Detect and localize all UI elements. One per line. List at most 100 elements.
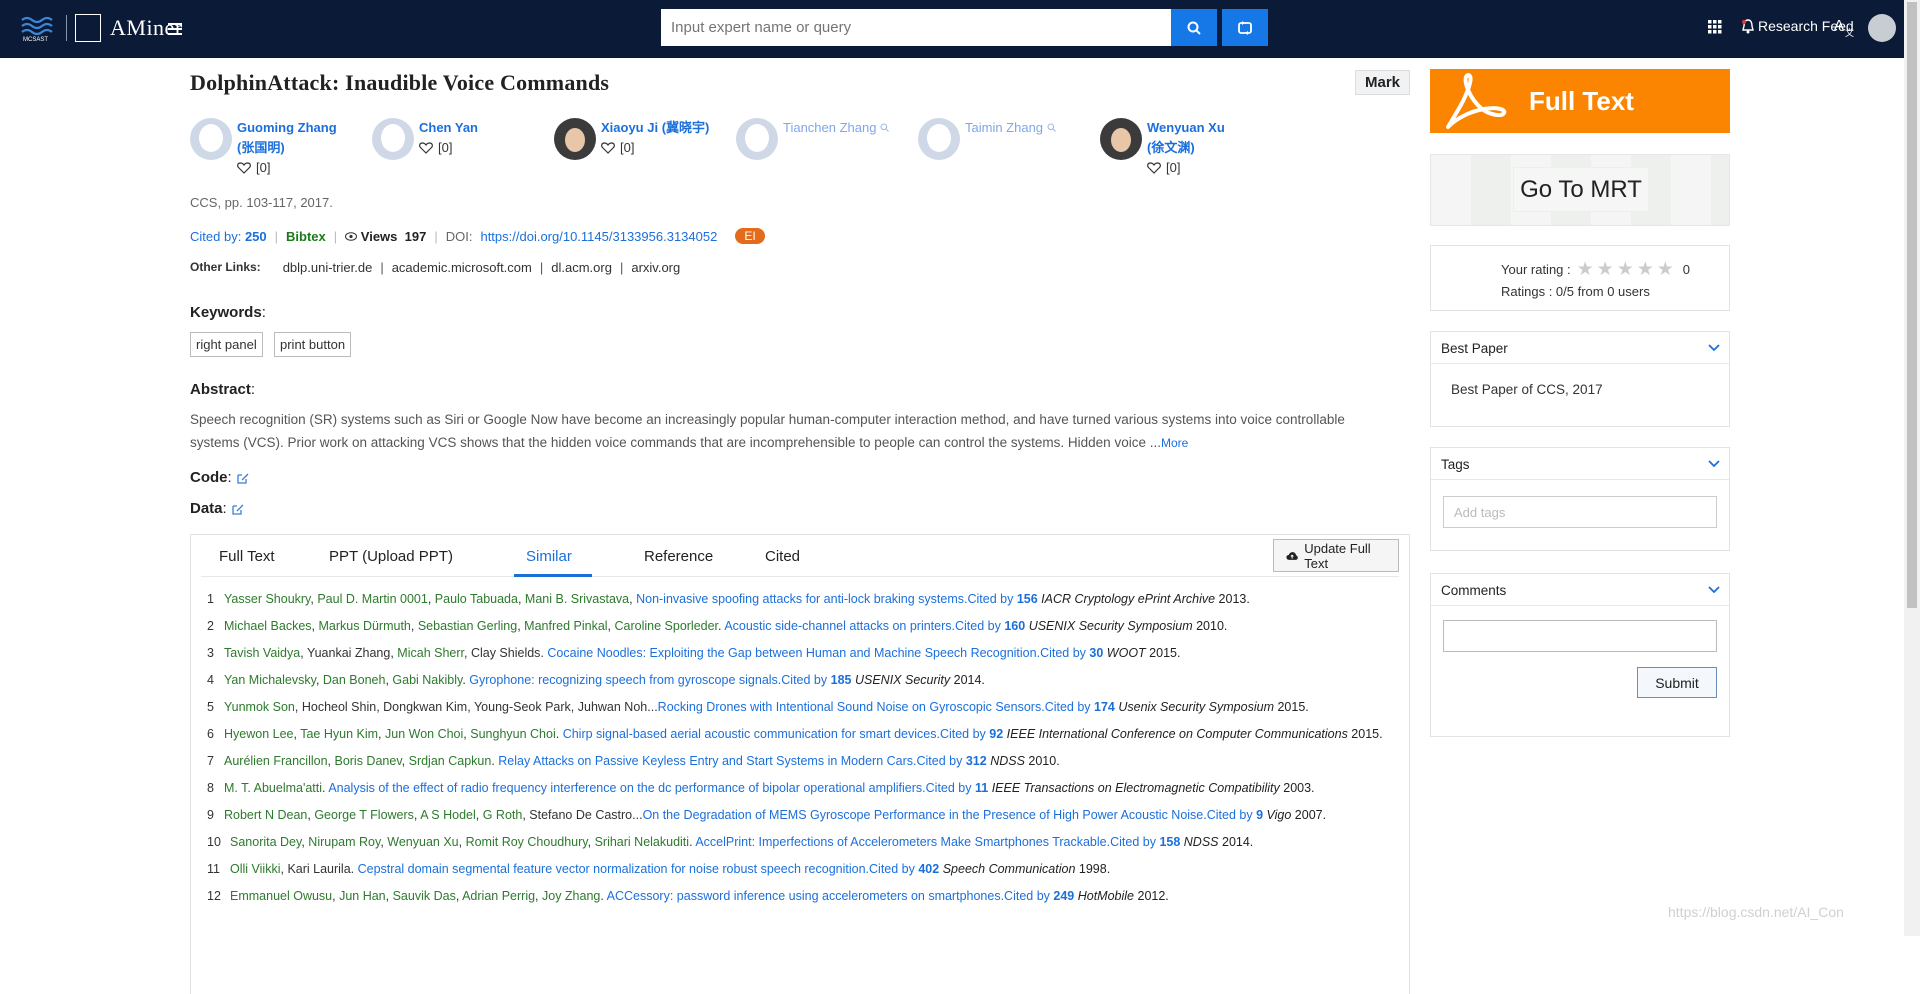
- cited-by-label[interactable]: Cited by: [1207, 808, 1256, 822]
- cited-by-count[interactable]: 156: [1017, 592, 1038, 606]
- update-full-text-button[interactable]: Update Full Text: [1273, 539, 1399, 572]
- edit-icon[interactable]: [231, 503, 244, 516]
- cited-by-count[interactable]: 185: [831, 673, 852, 687]
- cited-by-count[interactable]: 158: [1159, 835, 1180, 849]
- edit-icon[interactable]: [236, 472, 249, 485]
- keyword-tag[interactable]: print button: [274, 332, 352, 357]
- author-link[interactable]: Sauvik Das: [393, 889, 456, 903]
- author-link[interactable]: Yasser Shoukry: [224, 592, 310, 606]
- author-name[interactable]: Guoming Zhang (张国明): [237, 118, 347, 158]
- submit-comment-button[interactable]: Submit: [1637, 667, 1717, 698]
- author-link[interactable]: Olli Viikki: [230, 862, 280, 876]
- paper-title-link[interactable]: Cepstral domain segmental feature vector…: [358, 862, 869, 876]
- refresh-search-button[interactable]: [1222, 9, 1268, 46]
- author-link[interactable]: G Roth: [483, 808, 523, 822]
- cited-by-label[interactable]: Cited by: [940, 727, 989, 741]
- tab-full-text[interactable]: Full Text: [219, 548, 275, 565]
- cited-by-label[interactable]: Cited by: [1004, 889, 1053, 903]
- author-link[interactable]: Paulo Tabuada: [435, 592, 518, 606]
- paper-title-link[interactable]: ACCessory: password inference using acce…: [607, 889, 1004, 903]
- paper-title-link[interactable]: AccelPrint: Imperfections of Acceleromet…: [695, 835, 1110, 849]
- author-link[interactable]: Gabi Nakibly: [392, 673, 462, 687]
- author-name[interactable]: Taimin Zhang: [965, 118, 1075, 138]
- author-avatar[interactable]: [190, 118, 232, 160]
- author-avatar[interactable]: [372, 118, 414, 160]
- author-name[interactable]: Xiaoyu Ji (冀晓宇): [601, 118, 721, 138]
- full-text-button[interactable]: Full Text: [1430, 69, 1730, 133]
- tab-reference[interactable]: Reference: [644, 548, 713, 565]
- cited-by-label[interactable]: Cited by: [967, 592, 1016, 606]
- tab-cited[interactable]: Cited: [765, 548, 800, 565]
- author-like[interactable]: [0]: [419, 138, 529, 158]
- author-name[interactable]: Wenyuan Xu (徐文渊): [1147, 118, 1257, 158]
- author-link[interactable]: Boris Danev: [334, 754, 401, 768]
- logo[interactable]: MCSAST AMiner: [20, 14, 183, 42]
- author-link[interactable]: Tae Hyun Kim: [300, 727, 378, 741]
- author-link[interactable]: Romit Roy Choudhury: [466, 835, 588, 849]
- go-to-mrt-button[interactable]: Go To MRT: [1513, 167, 1649, 212]
- author-link[interactable]: M. T. Abuelma'atti: [224, 781, 322, 795]
- author-like[interactable]: [0]: [1147, 158, 1257, 178]
- author-avatar[interactable]: [918, 118, 960, 160]
- best-paper-header[interactable]: Best Paper: [1431, 332, 1729, 364]
- author-link[interactable]: Srihari Nelakuditi: [595, 835, 689, 849]
- cited-by-link[interactable]: Cited by: 250: [190, 229, 267, 244]
- author-link[interactable]: Nirupam Roy: [308, 835, 380, 849]
- cited-by-count[interactable]: 312: [966, 754, 987, 768]
- author-link[interactable]: A S Hodel: [420, 808, 476, 822]
- author-link[interactable]: Yan Michalevsky: [224, 673, 316, 687]
- tags-header[interactable]: Tags: [1431, 448, 1729, 480]
- author-link[interactable]: Michael Backes: [224, 619, 312, 633]
- abstract-more-link[interactable]: More: [1161, 436, 1188, 450]
- bibtex-link[interactable]: Bibtex: [286, 229, 326, 244]
- search-input[interactable]: [661, 9, 1171, 46]
- doi-link[interactable]: https://doi.org/10.1145/3133956.3134052: [480, 229, 717, 244]
- link-acm[interactable]: dl.acm.org: [551, 260, 612, 275]
- author-link[interactable]: Yunmok Son: [224, 700, 295, 714]
- keyword-tag[interactable]: right panel: [190, 332, 263, 357]
- author-link[interactable]: Paul D. Martin 0001: [317, 592, 427, 606]
- cited-by-label[interactable]: Cited by: [955, 619, 1004, 633]
- author-link[interactable]: Micah Sherr: [397, 646, 464, 660]
- author-link[interactable]: Mani B. Srivastava: [525, 592, 629, 606]
- apps-grid-icon[interactable]: [1708, 20, 1722, 34]
- author-link[interactable]: Dan Boneh: [323, 673, 386, 687]
- cited-by-count[interactable]: 30: [1089, 646, 1103, 660]
- author-avatar[interactable]: [736, 118, 778, 160]
- author-name[interactable]: Tianchen Zhang: [783, 118, 893, 138]
- cited-by-count[interactable]: 249: [1053, 889, 1074, 903]
- author-link[interactable]: Emmanuel Owusu: [230, 889, 332, 903]
- cited-by-count[interactable]: 11: [975, 781, 988, 795]
- author-link[interactable]: Joy Zhang: [542, 889, 600, 903]
- author-link[interactable]: Sunghyun Choi: [470, 727, 555, 741]
- author-link[interactable]: Manfred Pinkal: [524, 619, 607, 633]
- mark-button[interactable]: Mark: [1355, 70, 1411, 95]
- link-arxiv[interactable]: arxiv.org: [631, 260, 680, 275]
- cited-by-count[interactable]: 160: [1004, 619, 1025, 633]
- tab-ppt[interactable]: PPT (Upload PPT): [329, 548, 453, 565]
- author-link[interactable]: Jun Won Choi: [385, 727, 463, 741]
- author-avatar[interactable]: [1100, 118, 1142, 160]
- user-avatar[interactable]: [1868, 14, 1896, 42]
- author-like[interactable]: [0]: [237, 158, 347, 178]
- cited-by-label[interactable]: Cited by: [1045, 700, 1094, 714]
- author-link[interactable]: Aurélien Francillon: [224, 754, 328, 768]
- paper-title-link[interactable]: Acoustic side-channel attacks on printer…: [722, 619, 955, 633]
- author-link[interactable]: Tavish Vaidya: [224, 646, 300, 660]
- author-link[interactable]: Adrian Perrig: [462, 889, 535, 903]
- tab-similar[interactable]: Similar: [526, 548, 572, 565]
- author-name[interactable]: Chen Yan: [419, 118, 529, 138]
- search-button[interactable]: [1171, 9, 1217, 46]
- scrollbar-thumb[interactable]: [1907, 2, 1917, 608]
- star-rating-input[interactable]: ★★★★★: [1577, 258, 1677, 281]
- cited-by-label[interactable]: Cited by: [1040, 646, 1089, 660]
- author-link[interactable]: Jun Han: [339, 889, 386, 903]
- hamburger-menu-icon[interactable]: [168, 23, 182, 35]
- page-scrollbar[interactable]: [1904, 0, 1920, 936]
- author-link[interactable]: Wenyuan Xu: [387, 835, 458, 849]
- author-avatar[interactable]: [554, 118, 596, 160]
- mrt-card[interactable]: Go To MRT: [1430, 154, 1730, 226]
- cited-by-count[interactable]: 9: [1256, 808, 1263, 822]
- paper-title-link[interactable]: Analysis of the effect of radio frequenc…: [328, 781, 925, 795]
- cited-by-count[interactable]: 92: [989, 727, 1003, 741]
